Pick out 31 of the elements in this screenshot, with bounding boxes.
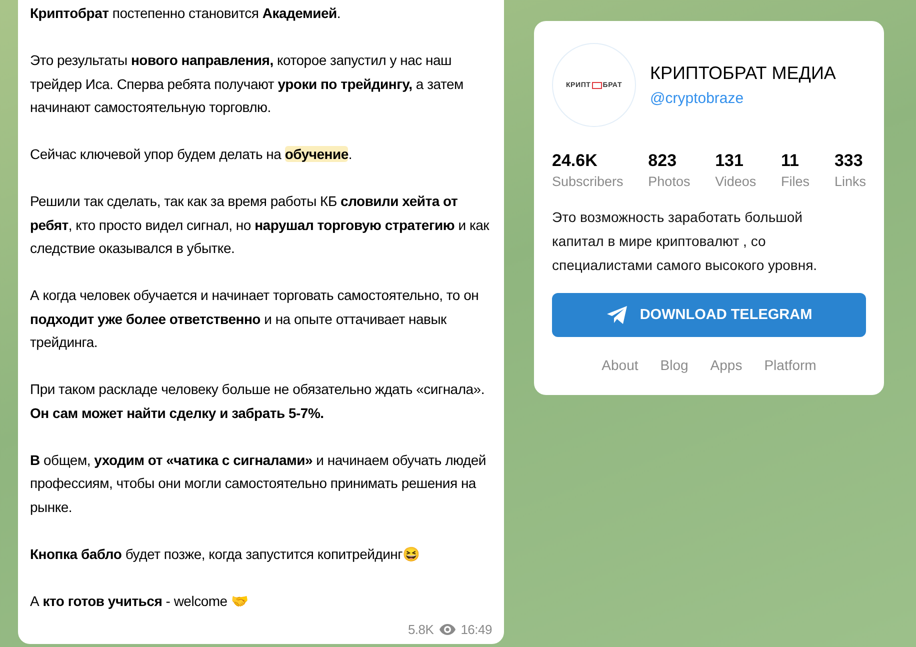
- stat-label: Photos: [648, 174, 690, 189]
- stat-value: 823: [648, 151, 678, 171]
- message-paragraph: А кто готов учиться - welcome 🤝: [30, 592, 249, 611]
- download-button[interactable]: DOWNLOAD TELEGRAM: [552, 293, 866, 337]
- footer-link[interactable]: Platform: [764, 357, 816, 373]
- stat-value: 11: [781, 151, 800, 171]
- footer-link[interactable]: Blog: [660, 357, 688, 373]
- stat-value: 333: [834, 151, 864, 171]
- channel-description: Это возможность заработать большой капитал в мире криптовалют , со специалистами самого высокого уровня.: [552, 208, 818, 275]
- stat-label: Files: [781, 174, 810, 189]
- footer-link[interactable]: About: [602, 357, 638, 373]
- message-paragraph: Это результаты нового направления, которое запустил у нас наш трейдер Иса. Сперва ребята получают уроки по трейдингу, а затем начинают самостоятельную торговлю.: [30, 51, 464, 117]
- message-paragraph: В общем, уходим от «чатика с сигналами» и начинаем обучать людей профессиям, чтобы они могли самостоятельно принимать решения на рынке.: [30, 450, 487, 517]
- stat-label: Videos: [715, 174, 756, 189]
- stat-value: 24.6K: [552, 151, 598, 171]
- channel-name: КРИПТОБРАТ МЕДИА: [650, 62, 836, 84]
- message-paragraph: Кнопка бабло будет позже, когда запустится копитрейдинг😆: [30, 544, 420, 564]
- message-paragraph: Решили так сделать, так как за время работы КБ словили хейта от ребят, кто просто видел сигнал, но нарушал торговую стратегию и как следствие оказывался в убытке.: [30, 192, 490, 258]
- message-paragraph: Сейчас ключевой упор будем делать на обучение.: [30, 145, 354, 164]
- stat-value: 131: [715, 151, 744, 171]
- message-paragraph: А когда человек обучается и начинает торговать самостоятельно, то он подходит уже более ответственно и на опыте оттачивает навык трейдинга.: [30, 286, 480, 352]
- eye-icon: [438, 624, 456, 635]
- stat-label: Links: [834, 174, 866, 189]
- footer-link[interactable]: Apps: [710, 357, 742, 373]
- channel-username[interactable]: @cryptobraze: [650, 90, 744, 106]
- message-paragraph: Криптобрат постепенно становится Академией.: [30, 4, 342, 23]
- paper-plane-icon: [606, 306, 628, 324]
- view-count: 5.8K: [408, 620, 434, 638]
- message-paragraph: При таком раскладе человеку больше не обязательно ждать «сигнала». Он сам может найти сделку и забрать 5-7%.: [30, 380, 486, 423]
- stat-label: Subscribers: [552, 174, 624, 189]
- message-time: 16:49: [460, 620, 492, 638]
